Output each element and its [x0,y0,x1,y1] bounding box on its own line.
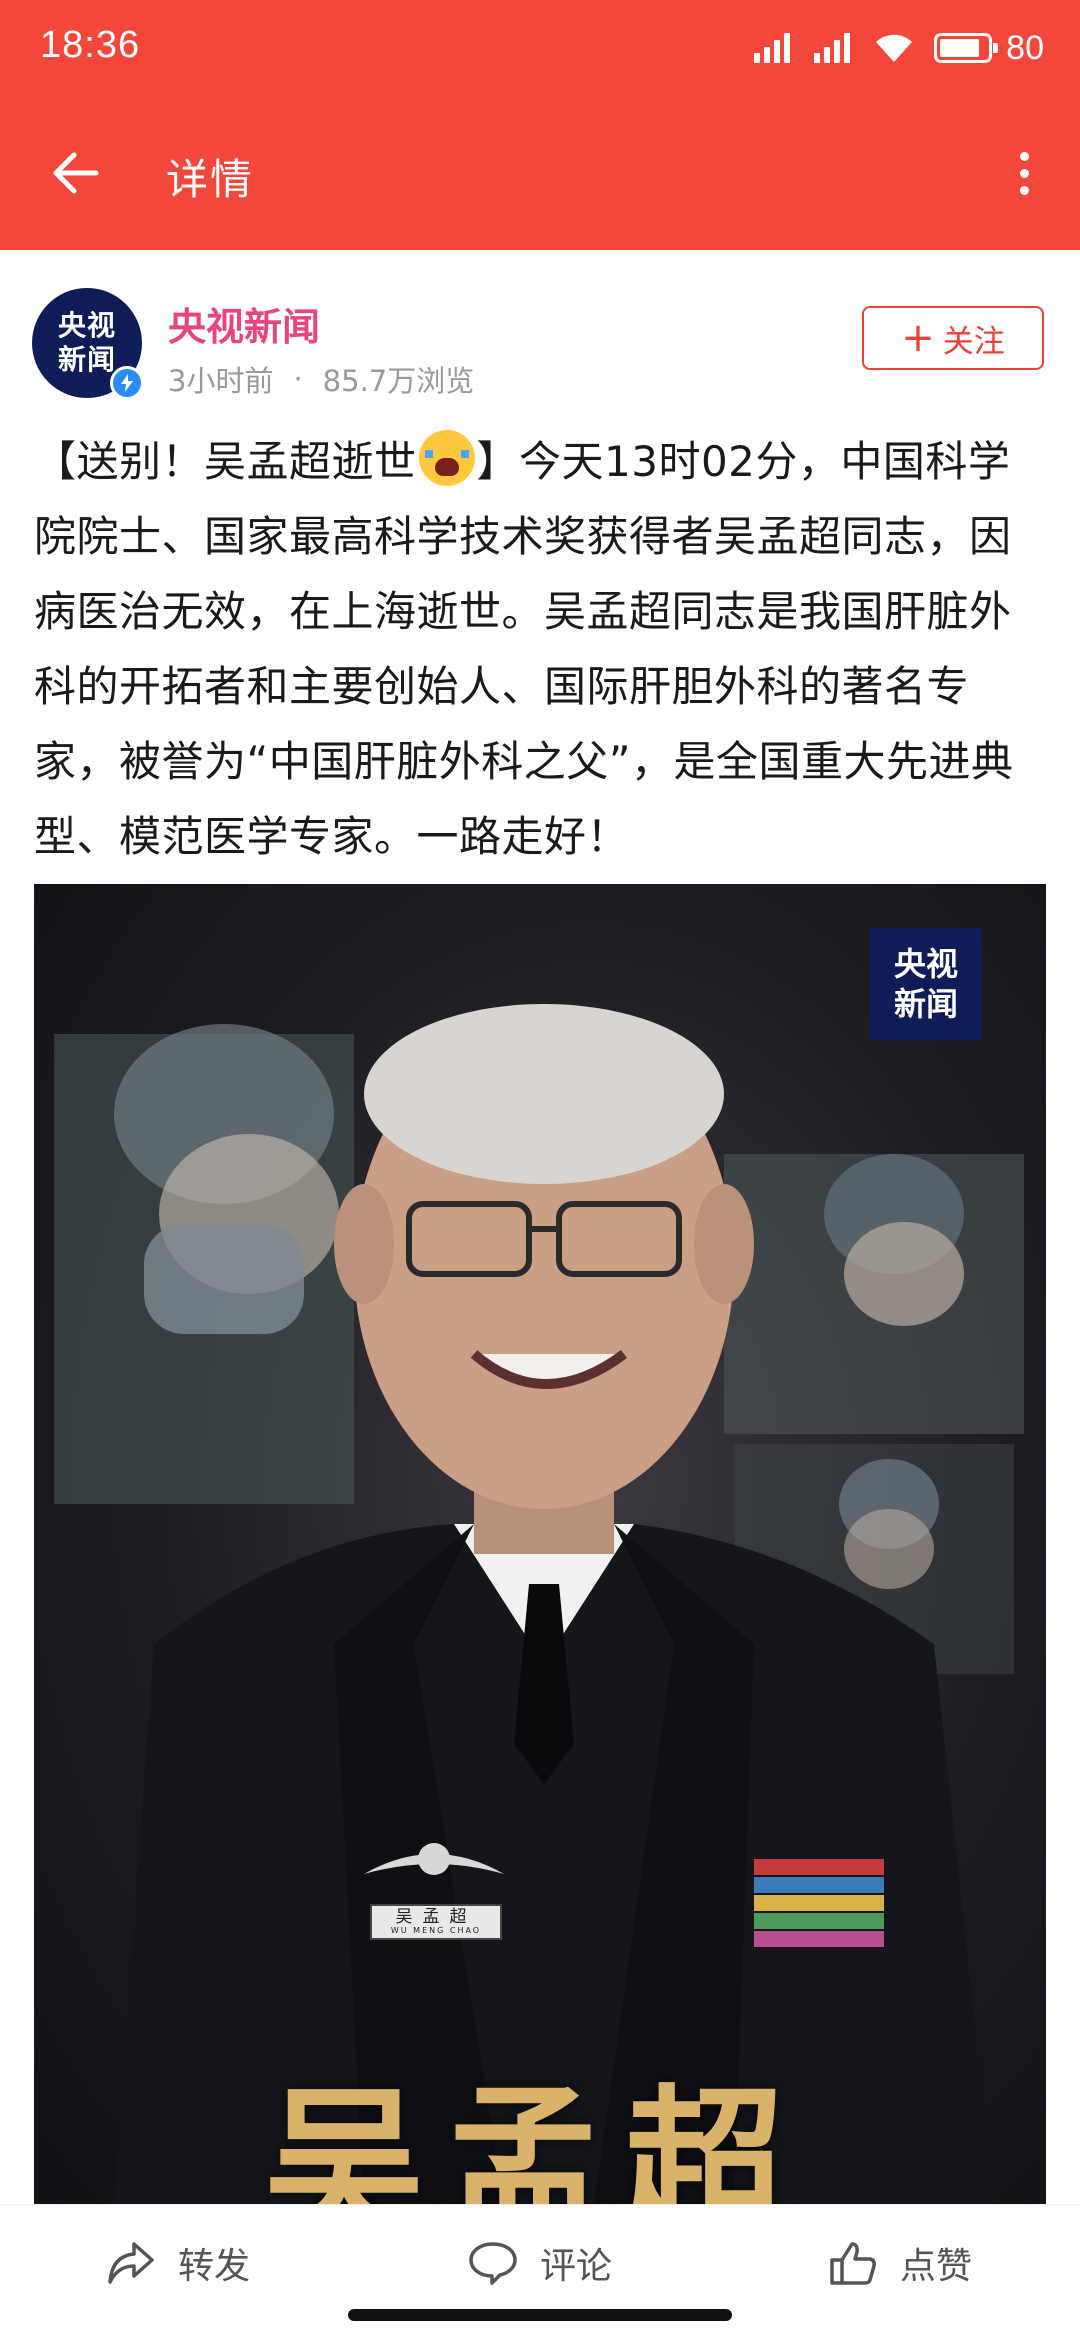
plus-icon: + [901,315,935,361]
badge-pinyin: WU MENG CHAO [390,1926,482,1935]
comment-label: 评论 [540,2246,613,2287]
page-title: 详情 [166,155,255,204]
comment-button[interactable]: 评论 [468,2231,612,2295]
more-vertical-icon [1019,151,1029,161]
back-button[interactable] [40,138,110,208]
more-button[interactable] [994,138,1054,208]
signal-icon [754,33,794,63]
article-text: 【送别！吴孟超逝世 】今天13时02分，中国科学院院士、国家最高科学技术奖获得者吴… [34,424,1048,874]
wifi-icon [876,34,913,62]
watermark-line1: 央视 [893,945,958,983]
avatar-line1: 央视 [57,309,116,342]
status-icons: 80 [754,26,1044,70]
publisher-meta: 3小时前 · 85.7万浏览 [168,358,474,400]
share-label: 转发 [178,2246,251,2287]
app-bar: 详情 [0,96,1080,250]
like-button[interactable]: 点赞 [828,2231,972,2295]
follow-label: 关注 [942,323,1005,360]
status-time: 18:36 [40,24,141,66]
article-image[interactable]: 吴孟超 WU MENG CHAO 央视 新闻 吴孟超 [34,884,1046,2204]
home-indicator[interactable] [348,2309,732,2321]
follow-button[interactable]: + 关注 [862,306,1044,370]
sob-emoji-icon [418,430,475,486]
arrow-left-icon [53,152,99,194]
status-bar: 18:36 80 [0,0,1080,96]
like-label: 点赞 [900,2246,973,2287]
thumbs-up-icon [830,2242,876,2285]
battery-icon [934,33,999,63]
publisher-name[interactable]: 央视新闻 [168,296,320,351]
share-icon [108,2242,154,2284]
image-caption: 吴孟超 [264,2069,805,2204]
header: 18:36 80 详情 [0,0,1080,250]
portrait-illustration [54,1004,1024,2204]
verified-badge [110,366,144,400]
badge-name: 吴孟超 [395,1907,477,1927]
article-prefix: 【送别！吴孟超逝世 [34,437,417,486]
name-badge: 吴孟超 WU MENG CHAO [370,1904,502,1940]
publisher-row: 央视 新闻 央视新闻 3小时前 · 85.7万浏览 + 关注 [0,250,1080,410]
meta-separator: · [293,362,303,396]
bottom-action-bar: 转发 评论 点赞 [0,2204,1080,2340]
battery-level: 80 [1006,28,1044,67]
lightning-icon [121,374,133,392]
share-button[interactable]: 转发 [106,2231,250,2295]
comment-icon [469,2242,517,2285]
watermark-line2: 新闻 [893,985,958,1023]
avatar-line2: 新闻 [57,343,116,376]
signal-icon [814,33,854,63]
article-body: 】今天13时02分，中国科学院院士、国家最高科学技术奖获得者吴孟超同志，因病医治… [34,437,1014,861]
view-count: 85.7万浏览 [322,364,475,398]
cctv-news-watermark: 央视 新闻 [870,928,982,1040]
post-time: 3小时前 [168,364,274,398]
